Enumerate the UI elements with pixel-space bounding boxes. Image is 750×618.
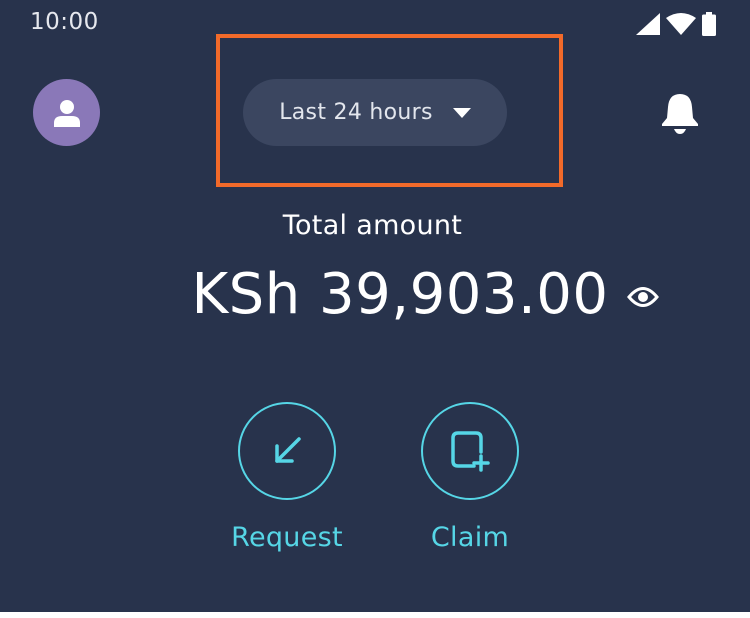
eye-icon[interactable] — [626, 286, 659, 308]
status-icons — [636, 11, 716, 37]
claim-action[interactable]: Claim — [390, 402, 550, 553]
total-amount-value: KSh 39,903.00 — [191, 262, 609, 327]
request-action[interactable]: Request — [207, 402, 367, 553]
wifi-icon — [666, 13, 696, 35]
claim-add-icon — [451, 431, 490, 472]
signal-icon — [636, 13, 660, 35]
profile-avatar-button[interactable] — [33, 79, 100, 146]
bell-icon — [662, 94, 698, 134]
balance-row: KSh 39,903.00 — [0, 262, 750, 327]
wallet-screen: 10:00 Last 24 hours Total amount KSh 39,… — [0, 0, 750, 612]
time-filter-label: Last 24 hours — [279, 100, 433, 125]
caret-down-icon — [452, 107, 471, 118]
arrow-down-left-icon — [275, 437, 301, 463]
time-filter-dropdown[interactable]: Last 24 hours — [243, 79, 507, 146]
status-time: 10:00 — [30, 9, 99, 35]
battery-icon — [702, 12, 716, 36]
person-icon — [53, 99, 80, 127]
claim-label: Claim — [430, 522, 510, 553]
request-button[interactable] — [238, 402, 336, 500]
notification-bell-button[interactable] — [660, 92, 700, 134]
claim-button[interactable] — [421, 402, 519, 500]
total-amount-label: Total amount — [282, 210, 463, 241]
request-label: Request — [231, 522, 343, 553]
